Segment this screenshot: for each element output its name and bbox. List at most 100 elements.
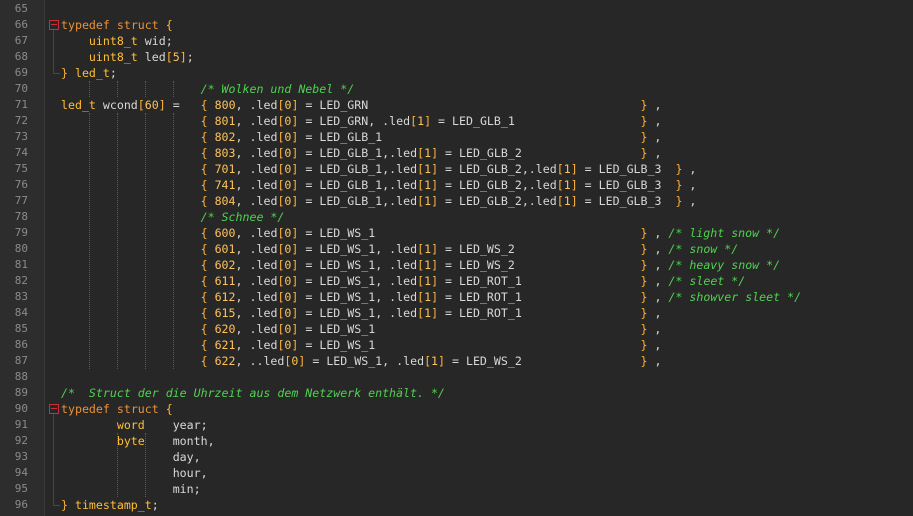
line-number: 86: [14, 338, 28, 351]
line-number: 83: [14, 290, 28, 303]
code-text[interactable]: typedef struct {: [61, 401, 173, 417]
code-line[interactable]: 86 { 621, .led[0] = LED_WS_1 } ,: [0, 337, 913, 353]
code-text[interactable]: { 602, .led[0] = LED_WS_1, .led[1] = LED…: [61, 257, 781, 273]
code-text[interactable]: min;: [61, 481, 201, 497]
code-text[interactable]: day,: [61, 449, 201, 465]
code-line[interactable]: 68 uint8_t led[5];: [0, 49, 913, 65]
fold-range-line: [53, 30, 54, 65]
code-text[interactable]: } timestamp_t;: [61, 497, 159, 513]
code-line[interactable]: 80 { 601, .led[0] = LED_WS_1, .led[1] = …: [0, 241, 913, 257]
code-text[interactable]: { 600, .led[0] = LED_WS_1 } , /* light s…: [61, 225, 780, 241]
code-text[interactable]: typedef struct {: [61, 17, 173, 33]
line-number: 84: [14, 306, 28, 319]
code-line[interactable]: 89 /* Struct der die Uhrzeit aus dem Netz…: [0, 385, 913, 401]
code-line[interactable]: 85 { 620, .led[0] = LED_WS_1 } ,: [0, 321, 913, 337]
code-line[interactable]: 67 uint8_t wid;: [0, 33, 913, 49]
code-line[interactable]: 77 { 804, .led[0] = LED_GLB_1,.led[1] = …: [0, 193, 913, 209]
line-number: 71: [14, 98, 28, 111]
code-line[interactable]: 88: [0, 369, 913, 385]
code-text[interactable]: /* Struct der die Uhrzeit aus dem Netzwe…: [61, 385, 445, 401]
code-line[interactable]: 87 { 622, ..led[0] = LED_WS_1, .led[1] =…: [0, 353, 913, 369]
indent-guide: [145, 113, 146, 369]
code-text[interactable]: { 804, .led[0] = LED_GLB_1,.led[1] = LED…: [61, 193, 697, 209]
line-number: 90: [14, 402, 28, 415]
code-line[interactable]: 95 min;: [0, 481, 913, 497]
code-line[interactable]: 94 hour,: [0, 465, 913, 481]
code-text[interactable]: { 615, .led[0] = LED_WS_1, .led[1] = LED…: [61, 305, 662, 321]
indent-guide: [117, 113, 118, 369]
code-text[interactable]: { 801, .led[0] = LED_GRN, .led[1] = LED_…: [61, 113, 662, 129]
indent-guide: [117, 81, 118, 97]
line-number: 77: [14, 194, 28, 207]
line-number: 78: [14, 210, 28, 223]
code-line[interactable]: 82 { 611, .led[0] = LED_WS_1, .led[1] = …: [0, 273, 913, 289]
line-number: 81: [14, 258, 28, 271]
line-number: 85: [14, 322, 28, 335]
code-line[interactable]: 66 typedef struct {: [0, 17, 913, 33]
indent-guide: [173, 81, 174, 97]
line-number: 76: [14, 178, 28, 191]
code-editor[interactable]: 65 66 typedef struct {67 uint8_t wid; 68 ui…: [0, 0, 913, 516]
code-text[interactable]: /* Wolken und Nebel */: [61, 81, 355, 97]
line-number: 87: [14, 354, 28, 367]
code-line[interactable]: 70 /* Wolken und Nebel */: [0, 81, 913, 97]
code-line[interactable]: 92 byte month,: [0, 433, 913, 449]
code-text[interactable]: { 620, .led[0] = LED_WS_1 } ,: [61, 321, 662, 337]
code-line[interactable]: 90 typedef struct {: [0, 401, 913, 417]
code-text[interactable]: { 611, .led[0] = LED_WS_1, .led[1] = LED…: [61, 273, 746, 289]
code-line[interactable]: 79 { 600, .led[0] = LED_WS_1 } , /* ligh…: [0, 225, 913, 241]
code-line[interactable]: 65: [0, 1, 913, 17]
code-text[interactable]: hour,: [61, 465, 208, 481]
line-number: 74: [14, 146, 28, 159]
fold-collapse-icon[interactable]: [49, 20, 59, 30]
fold-end-marker: [53, 65, 60, 74]
code-text[interactable]: led_t wcond[60] = { 800, .led[0] = LED_G…: [61, 97, 661, 113]
code-text[interactable]: byte month,: [61, 433, 215, 449]
code-line[interactable]: 76 { 741, .led[0] = LED_GLB_1,.led[1] = …: [0, 177, 913, 193]
line-number: 68: [14, 50, 28, 63]
code-line[interactable]: 83 { 612, .led[0] = LED_WS_1, .led[1] = …: [0, 289, 913, 305]
code-text[interactable]: word year;: [61, 417, 208, 433]
line-number: 66: [14, 18, 28, 31]
code-line[interactable]: 69 } led_t;: [0, 65, 913, 81]
line-number: 89: [14, 386, 28, 399]
code-text[interactable]: } led_t;: [61, 65, 117, 81]
fold-end-marker: [53, 497, 60, 506]
code-line[interactable]: 73 { 802, .led[0] = LED_GLB_1 } ,: [0, 129, 913, 145]
line-number: 91: [14, 418, 28, 431]
code-line[interactable]: 96 } timestamp_t;: [0, 497, 913, 513]
code-line[interactable]: 84 { 615, .led[0] = LED_WS_1, .led[1] = …: [0, 305, 913, 321]
code-text[interactable]: { 701, .led[0] = LED_GLB_1,.led[1] = LED…: [61, 161, 697, 177]
line-number: 94: [14, 466, 28, 479]
indent-guide: [145, 81, 146, 97]
code-text[interactable]: uint8_t wid;: [61, 33, 173, 49]
code-text[interactable]: { 612, .led[0] = LED_WS_1, .led[1] = LED…: [61, 289, 801, 305]
code-text[interactable]: { 622, ..led[0] = LED_WS_1, .led[1] = LE…: [61, 353, 662, 369]
code-line[interactable]: 71 led_t wcond[60] = { 800, .led[0] = LED…: [0, 97, 913, 113]
line-number: 72: [14, 114, 28, 127]
code-text[interactable]: uint8_t led[5];: [61, 49, 194, 65]
code-text[interactable]: { 802, .led[0] = LED_GLB_1 } ,: [61, 129, 662, 145]
line-number: 96: [14, 498, 28, 511]
code-line[interactable]: 81 { 602, .led[0] = LED_WS_1, .led[1] = …: [0, 257, 913, 273]
code-line[interactable]: 91 word year;: [0, 417, 913, 433]
line-number: 88: [14, 370, 28, 383]
line-number: 92: [14, 434, 28, 447]
code-text[interactable]: { 621, .led[0] = LED_WS_1 } ,: [61, 337, 662, 353]
code-line[interactable]: 72 { 801, .led[0] = LED_GRN, .led[1] = L…: [0, 113, 913, 129]
line-number: 70: [14, 82, 28, 95]
code-text[interactable]: { 741, .led[0] = LED_GLB_1,.led[1] = LED…: [61, 177, 697, 193]
line-number: 69: [14, 66, 28, 79]
fold-collapse-icon[interactable]: [49, 404, 59, 414]
indent-guide: [173, 113, 174, 369]
code-line[interactable]: 78 /* Schnee */: [0, 209, 913, 225]
code-line[interactable]: 74 { 803, .led[0] = LED_GLB_1,.led[1] = …: [0, 145, 913, 161]
code-line[interactable]: 75 { 701, .led[0] = LED_GLB_1,.led[1] = …: [0, 161, 913, 177]
code-line[interactable]: 93 day,: [0, 449, 913, 465]
fold-range-line: [53, 414, 54, 497]
indent-guide: [89, 81, 90, 97]
line-number: 93: [14, 450, 28, 463]
code-text[interactable]: { 803, .led[0] = LED_GLB_1,.led[1] = LED…: [61, 145, 662, 161]
indent-guide: [89, 113, 90, 369]
code-text[interactable]: { 601, .led[0] = LED_WS_1, .led[1] = LED…: [61, 241, 739, 257]
